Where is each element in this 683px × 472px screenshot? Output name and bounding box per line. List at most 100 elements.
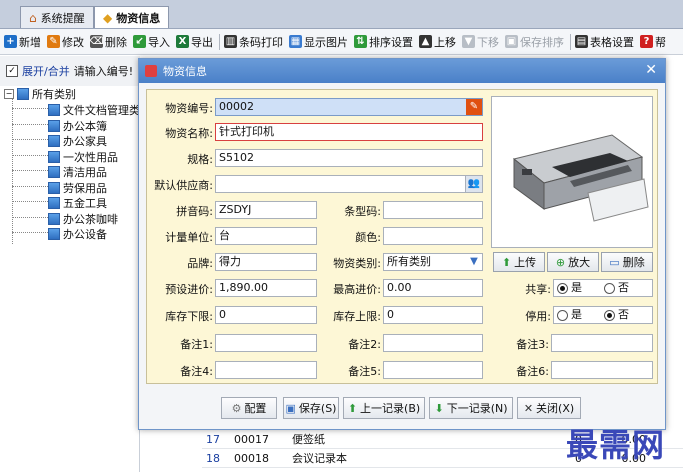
color-field[interactable] [383, 227, 483, 245]
table-cell-name: 会议记录本 [292, 452, 347, 465]
shared-no-label: 否 [618, 281, 629, 294]
spec-label: 规格: [187, 153, 213, 166]
trash-icon: ⌫ [89, 35, 104, 48]
disabled-no-label: 否 [618, 308, 629, 321]
expand-checkbox[interactable]: ✓ [6, 65, 18, 77]
toolbar-button-5[interactable]: ▥ 条码打印 [224, 34, 283, 50]
tree-item-label: 办公本簿 [63, 119, 107, 133]
toolbar-button-12[interactable]: ? 帮 [640, 34, 666, 50]
prev-record-label: 上一记录(B) [360, 402, 421, 415]
help-icon: ? [640, 35, 653, 48]
pinyin-field[interactable]: ZSDYJ [215, 201, 317, 219]
note2-field[interactable] [383, 334, 483, 352]
disabled-yes-option[interactable]: 是 [557, 307, 582, 323]
close-icon[interactable]: ✕ [645, 62, 657, 78]
toolbar-button-1[interactable]: ✎ 修改 [47, 34, 84, 50]
prev-record-button[interactable]: ⬆ 上一记录(B) [343, 397, 425, 419]
tree-item[interactable]: 文件文档管理类 [48, 102, 140, 118]
upload-button[interactable]: ⬆ 上传 [493, 252, 545, 272]
tree-item[interactable]: 五金工具 [48, 195, 107, 211]
tab-label: 物资信息 [116, 11, 161, 25]
toolbar-separator [219, 33, 220, 50]
dialog-app-icon [145, 65, 157, 77]
arrow-down-icon: ⬇ [434, 401, 444, 415]
code-field[interactable]: 00002 ✎ [215, 98, 483, 116]
note1-field[interactable] [215, 334, 317, 352]
radio-icon [604, 282, 615, 294]
close-button[interactable]: ✕ 关闭(X) [517, 397, 581, 419]
max-price-label: 最高进价: [333, 283, 381, 296]
note4-field[interactable] [215, 361, 317, 379]
name-field[interactable]: 针式打印机 [215, 123, 483, 141]
note5-field[interactable] [383, 361, 483, 379]
tree-item[interactable]: 一次性用品 [48, 149, 118, 165]
disabled-no-option[interactable]: 否 [604, 307, 629, 323]
monitor-icon: ▭ [609, 255, 620, 269]
folder-icon [48, 119, 60, 132]
next-record-label: 下一记录(N) [446, 402, 508, 415]
toolbar-button-2[interactable]: ⌫ 删除 [89, 34, 127, 50]
code-value: 00002 [219, 100, 254, 113]
delete-image-button[interactable]: ▭ 删除 [601, 252, 653, 272]
toolbar-button-0[interactable]: + 新增 [4, 34, 41, 50]
toolbar-button-11[interactable]: ▤ 表格设置 [575, 34, 634, 50]
toolbar-button-9[interactable]: ▼ 下移 [462, 34, 499, 50]
tree-item[interactable]: 劳保用品 [48, 180, 107, 196]
color-label: 颜色: [355, 231, 381, 244]
shared-yes-option[interactable]: 是 [557, 280, 582, 296]
note6-field[interactable] [551, 361, 653, 379]
tab-system-reminder[interactable]: ⌂ 系统提醒 [20, 6, 94, 28]
edit-icon[interactable]: ✎ [466, 99, 482, 115]
toolbar-button-10[interactable]: ▣ 保存排序 [505, 34, 564, 50]
next-record-button[interactable]: ⬇ 下一记录(N) [429, 397, 513, 419]
tree-item-label: 文件文档管理类 [63, 104, 140, 117]
tab-material-info[interactable]: ◆ 物资信息 [94, 6, 170, 28]
stock-min-value: 0 [219, 308, 226, 321]
zoom-icon: ⊕ [555, 255, 566, 269]
chevron-down-icon[interactable]: ▼ [466, 254, 482, 270]
tree-item-label: 办公家具 [63, 135, 107, 148]
radio-icon [557, 309, 568, 321]
expand-label[interactable]: 展开/合并 [22, 63, 70, 79]
toolbar-button-8[interactable]: ▲ 上移 [419, 34, 456, 50]
tree-item[interactable]: 办公本簿 [48, 118, 107, 134]
unit-value: 台 [219, 229, 230, 242]
note1-label: 备注1: [180, 338, 213, 351]
toolbar-button-3[interactable]: ↙ 导入 [133, 34, 170, 50]
category-field[interactable]: 所有类别 ▼ [383, 253, 483, 271]
tree-root[interactable]: − 所有类别 [4, 86, 76, 102]
spec-field[interactable]: S5102 [215, 149, 483, 167]
collapse-icon[interactable]: − [4, 89, 14, 99]
toolbar-button-4[interactable]: X 导出 [176, 34, 213, 50]
toolbar: + 新增 ✎ 修改 ⌫ 删除 ↙ 导入 X 导出 ▥ 条码打印 ▦ 显示图片 ⇅ 排序设置 ▲ 上移 ▼ 下移 ▣ 保存排… [0, 29, 683, 55]
supplier-field[interactable]: 👥 [215, 175, 483, 193]
toolbar-button-label: 排序设置 [369, 35, 413, 49]
tree-item[interactable]: 办公家具 [48, 133, 107, 149]
toolbar-button-label: 导出 [191, 35, 213, 49]
brand-field[interactable]: 得力 [215, 253, 317, 271]
folder-icon [48, 181, 60, 194]
barcode-field[interactable] [383, 201, 483, 219]
shared-no-option[interactable]: 否 [604, 280, 629, 296]
toolbar-button-label: 导入 [148, 35, 170, 49]
stock-max-field[interactable]: 0 [383, 306, 483, 324]
tree-item[interactable]: 办公茶咖啡 [48, 211, 118, 227]
config-button[interactable]: ⚙ 配置 [221, 397, 277, 419]
stock-min-field[interactable]: 0 [215, 306, 317, 324]
toolbar-button-7[interactable]: ⇅ 排序设置 [354, 34, 413, 50]
preset-price-value: 1,890.00 [219, 281, 268, 294]
dialog-button-bar: ⚙ 配置 ▣ 保存(S) ⬆ 上一记录(B) ⬇ 下一记录(N) ✕ 关闭(X) [139, 393, 665, 423]
save-button[interactable]: ▣ 保存(S) [283, 397, 339, 419]
toolbar-button-6[interactable]: ▦ 显示图片 [289, 34, 348, 50]
unit-field[interactable]: 台 [215, 227, 317, 245]
contacts-icon[interactable]: 👥 [465, 176, 482, 192]
preset-price-field[interactable]: 1,890.00 [215, 279, 317, 297]
toolbar-button-label: 下移 [477, 35, 499, 49]
tree-item[interactable]: 清洁用品 [48, 164, 107, 180]
note3-field[interactable] [551, 334, 653, 352]
upload-label: 上传 [514, 256, 537, 269]
zoom-button[interactable]: ⊕ 放大 [547, 252, 599, 272]
max-price-field[interactable]: 0.00 [383, 279, 483, 297]
tree-item[interactable]: 办公设备 [48, 226, 107, 242]
name-label: 物资名称: [165, 127, 213, 140]
